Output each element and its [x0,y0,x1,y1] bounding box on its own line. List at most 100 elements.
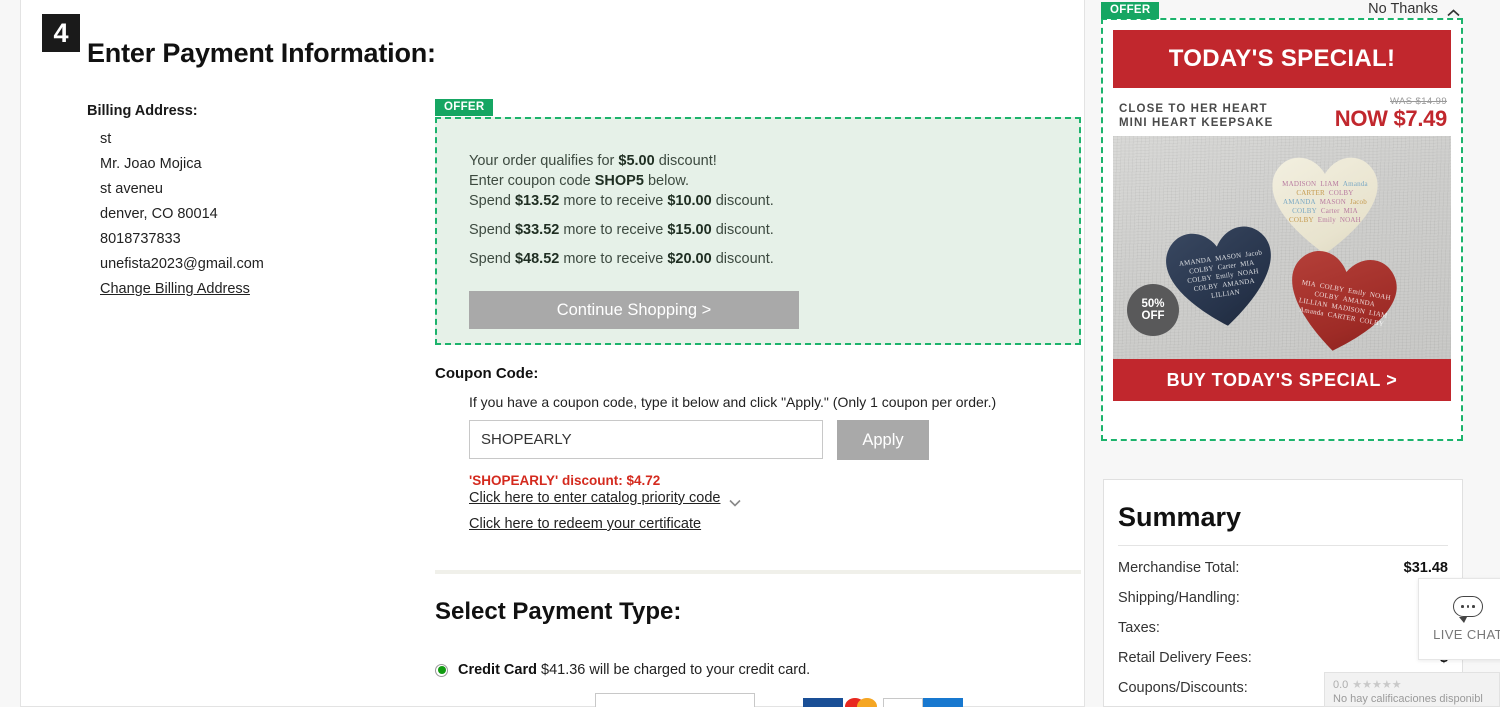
tier-discount: $15.00 [667,222,712,238]
tier-spend: $48.52 [514,251,560,267]
offer-code-line: Enter coupon code SHOP5 below. [469,171,1079,191]
summary-row: Retail Delivery Fees: $ [1118,650,1448,666]
ad-product-photo: MADISON LIAM Amanda CARTER COLBY AMANDA MASON J… [1113,136,1451,359]
summary-row-label: Coupons/Discounts: [1118,680,1248,696]
ad-product-line2: MINI HEART KEEPSAKE [1119,117,1274,129]
continue-shopping-button[interactable]: Continue Shopping > [469,291,799,329]
ad-offer-tab-label: OFFER [1101,2,1160,19]
ad-product-line1: CLOSE TO HER HEART [1119,103,1268,115]
offer-tier-line: Spend $33.52 more to receive $15.00 disc… [469,220,1079,240]
credit-card-option-label: Credit Card $41.36 will be charged to yo… [458,662,810,678]
ad-now-price: NOW $7.49 [1334,106,1448,131]
tier-discount: $20.00 [667,251,712,267]
credit-card-option-row[interactable]: Credit Card $41.36 will be charged to yo… [435,662,1085,678]
catalog-priority-row: Click here to enter catalog priority cod… [435,490,1085,507]
coupon-help-text: If you have a coupon code, type it below… [469,394,997,410]
offer-code-pre: Enter coupon code [469,173,595,189]
offer-coupon-code: SHOP5 [594,173,644,189]
ad-price-block: WAS $14.99 NOW $7.49 [1334,96,1448,131]
billing-line: st aveneu [100,181,163,197]
tier-pre: Spend [469,222,515,238]
amex-icon [923,697,963,707]
tier-mid: more to receive [559,251,668,267]
chevron-down-icon[interactable] [729,494,742,507]
summary-row-label: Shipping/Handling: [1118,590,1240,606]
summary-divider [1118,545,1448,546]
offer-tab-label: OFFER [435,99,494,116]
change-billing-address-link[interactable]: Change Billing Address [87,277,250,302]
offer-tier-line: Spend $13.52 more to receive $10.00 disc… [469,191,1079,211]
offer-tier-line: Spend $48.52 more to receive $20.00 disc… [469,249,1079,269]
offer-qualify-line: Your order qualifies for $5.00 discount! [469,151,1079,171]
rating-score: 0.0 [1333,678,1349,691]
billing-line: st [100,131,112,147]
chat-bubble-icon [1453,596,1483,623]
coupon-code-input[interactable] [469,420,823,459]
billing-line: 8018737833 [100,231,181,247]
select-payment-type-section: Select Payment Type: Credit Card $41.36 … [435,598,1085,707]
ad-product-info: CLOSE TO HER HEART MINI HEART KEEPSAKE W… [1113,88,1451,136]
card-number-input[interactable] [595,693,755,707]
card-number-row [435,693,1085,707]
discover-icon [883,697,923,707]
rating-empty-text: No hay calificaciones disponibl [1333,693,1483,705]
offer-qualify-pre: Your order qualifies for [469,153,619,169]
summary-row: Merchandise Total: $31.48 [1118,560,1448,576]
billing-line: denver, CO 80014 [100,206,218,222]
summary-row-value: $31.48 [1403,560,1448,576]
discount-badge-percent: 50% [1141,298,1165,310]
rating-overlay: 0.0 ★★★★★ No hay calificaciones disponib… [1324,672,1500,707]
inline-offer-box: OFFER Your order qualifies for $5.00 dis… [435,99,1081,345]
billing-address-heading: Billing Address: [87,103,198,119]
credit-card-radio[interactable] [435,663,448,677]
coupon-input-row: Apply [435,420,1085,460]
tier-post: discount. [711,222,774,238]
tier-pre: Spend [469,193,515,209]
ad-product-name: CLOSE TO HER HEART MINI HEART KEEPSAKE [1119,102,1273,130]
offer-qualify-post: discount! [654,153,717,169]
catalog-priority-code-link[interactable]: Click here to enter catalog priority cod… [469,490,720,506]
certificate-row: Click here to redeem your certificate [435,516,1085,532]
summary-row-label: Retail Delivery Fees: [1118,650,1252,666]
summary-row: Taxes: $ [1118,620,1448,636]
live-chat-widget[interactable]: LIVE CHAT [1418,578,1500,660]
page-title: Enter Payment Information: [87,38,436,68]
credit-card-charge-text: $41.36 will be charged to your credit ca… [541,662,811,678]
coupon-code-heading: Coupon Code: [435,365,539,382]
ad-content: TODAY'S SPECIAL! CLOSE TO HER HEART MINI… [1113,30,1451,429]
tier-mid: more to receive [559,222,668,238]
rating-score-row: 0.0 ★★★★★ [1333,678,1491,692]
coupon-code-section: Coupon Code: If you have a coupon code, … [435,365,1085,532]
tier-post: discount. [711,251,774,267]
tier-spend: $13.52 [514,193,560,209]
payment-information-card: 4 Enter Payment Information: Billing Add… [20,0,1085,707]
summary-title: Summary [1118,502,1242,532]
mastercard-icon [843,697,883,707]
rating-stars-icon: ★★★★★ [1352,679,1402,691]
ad-dashed-frame: TODAY'S SPECIAL! CLOSE TO HER HEART MINI… [1101,18,1463,441]
billing-address-block: Billing Address: st Mr. Joao Mojica st a… [87,103,407,302]
tier-pre: Spend [469,251,515,267]
apply-coupon-button[interactable]: Apply [837,420,929,460]
section-divider [435,570,1081,574]
step-number-badge: 4 [42,14,80,52]
select-payment-type-heading: Select Payment Type: [435,598,682,625]
tier-mid: more to receive [559,193,668,209]
tier-post: discount. [711,193,774,209]
billing-line: unefista2023@gmail.com [100,256,264,272]
visa-icon [803,697,843,707]
live-chat-label: LIVE CHAT [1433,627,1500,642]
offer-code-post: below. [643,173,690,189]
summary-row-label: Merchandise Total: [1118,560,1240,576]
heart-keepsake-red: MIA COLBY Emily NOAH COLBY AMANDA LILLIAN MADIS… [1272,234,1417,359]
redeem-certificate-link[interactable]: Click here to redeem your certificate [469,516,701,532]
checkout-page: 4 Enter Payment Information: Billing Add… [0,0,1500,707]
discount-badge: 50% OFF [1127,284,1179,336]
tier-discount: $10.00 [667,193,712,209]
offer-qualify-amount: $5.00 [618,153,655,169]
ad-banner-headline: TODAY'S SPECIAL! [1113,30,1451,88]
buy-todays-special-button[interactable]: BUY TODAY'S SPECIAL > [1113,359,1451,401]
discount-badge-off: OFF [1141,310,1165,322]
accepted-card-logos [803,697,963,707]
coupon-discount-message: 'SHOPEARLY' discount: $4.72 [469,473,661,488]
